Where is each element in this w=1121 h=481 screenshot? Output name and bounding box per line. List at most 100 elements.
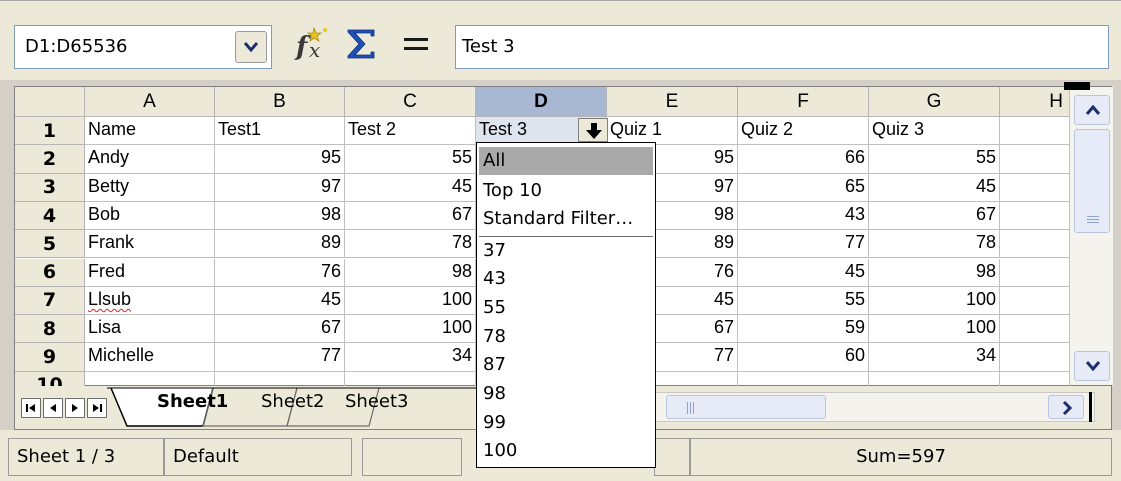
table-cell[interactable]: Quiz 3 <box>869 117 1000 146</box>
prev-sheet-button[interactable] <box>43 398 63 418</box>
sheet-tab-sheet3[interactable]: Sheet3 <box>327 386 409 420</box>
filter-option-value[interactable]: 100 <box>479 437 653 465</box>
filter-option-value[interactable]: 98 <box>479 380 653 408</box>
table-cell[interactable]: 78 <box>869 230 1000 259</box>
table-cell[interactable]: Bob <box>85 201 215 231</box>
row-header[interactable]: 6 <box>15 258 85 287</box>
column-header-c[interactable]: C <box>345 87 476 117</box>
table-cell[interactable] <box>1000 201 1070 231</box>
autofilter-button[interactable] <box>578 118 608 142</box>
first-sheet-button[interactable] <box>21 398 41 418</box>
table-cell[interactable]: Test 2 <box>345 117 476 146</box>
table-cell[interactable]: 45 <box>869 173 1000 202</box>
filter-option-all[interactable]: All <box>479 147 653 175</box>
scroll-up-button[interactable] <box>1074 95 1110 125</box>
horizontal-scrollbar[interactable] <box>655 392 1095 422</box>
table-cell[interactable]: Test1 <box>215 117 345 146</box>
table-cell[interactable]: 100 <box>345 315 476 344</box>
table-cell[interactable]: 55 <box>738 286 869 316</box>
table-cell[interactable]: 98 <box>345 258 476 287</box>
column-header-f[interactable]: F <box>738 87 869 117</box>
table-cell[interactable] <box>1000 343 1070 372</box>
table-cell[interactable]: 77 <box>738 230 869 259</box>
table-cell[interactable]: 100 <box>869 286 1000 316</box>
table-cell[interactable]: Fred <box>85 258 215 287</box>
table-cell[interactable]: 34 <box>869 343 1000 372</box>
last-sheet-button[interactable] <box>87 398 107 418</box>
table-cell[interactable]: 95 <box>215 145 345 174</box>
filter-option-value[interactable]: 78 <box>479 323 653 351</box>
table-cell[interactable]: 67 <box>869 201 1000 231</box>
table-cell[interactable] <box>1000 258 1070 287</box>
column-header-a[interactable]: A <box>85 87 215 117</box>
column-header-b[interactable]: B <box>215 87 345 117</box>
table-cell[interactable]: 100 <box>345 286 476 316</box>
table-cell[interactable]: 97 <box>215 173 345 202</box>
filter-option-value[interactable]: 87 <box>479 351 653 379</box>
status-insert-mode[interactable] <box>654 438 690 476</box>
split-handle[interactable] <box>1064 82 1090 90</box>
column-header-g[interactable]: G <box>869 87 1000 117</box>
next-sheet-button[interactable] <box>65 398 85 418</box>
table-cell[interactable]: 55 <box>869 145 1000 174</box>
table-cell[interactable]: Michelle <box>85 343 215 372</box>
scroll-down-button[interactable] <box>1074 351 1110 381</box>
table-cell[interactable]: Name <box>85 117 215 146</box>
sheet-tab-sheet2[interactable]: Sheet2 <box>243 386 325 420</box>
table-cell[interactable] <box>1000 286 1070 316</box>
table-cell[interactable]: Betty <box>85 173 215 202</box>
row-header[interactable]: 4 <box>15 201 85 231</box>
table-cell[interactable]: 77 <box>215 343 345 372</box>
name-box[interactable]: D1:D65536 <box>14 25 272 69</box>
row-header[interactable]: 8 <box>15 315 85 344</box>
name-box-dropdown-button[interactable] <box>235 31 267 63</box>
table-cell[interactable]: 65 <box>738 173 869 202</box>
table-cell[interactable] <box>1000 173 1070 202</box>
row-header[interactable]: 7 <box>15 286 85 316</box>
filter-option-value[interactable]: 43 <box>479 265 653 293</box>
table-cell[interactable] <box>1000 145 1070 174</box>
table-cell[interactable]: 98 <box>215 201 345 231</box>
filter-option-value[interactable]: 55 <box>479 294 653 322</box>
sheet-tab-sheet1[interactable]: Sheet1 <box>139 386 228 420</box>
table-cell[interactable]: 100 <box>869 315 1000 344</box>
horizontal-scroll-thumb[interactable] <box>666 395 826 419</box>
filter-option-standard-filter[interactable]: Standard Filter… <box>479 205 653 233</box>
select-all-corner[interactable] <box>15 87 85 117</box>
filter-option-top-10[interactable]: Top 10 <box>479 177 653 205</box>
table-cell[interactable]: 45 <box>215 286 345 316</box>
table-cell[interactable]: 67 <box>215 315 345 344</box>
table-cell[interactable]: 43 <box>738 201 869 231</box>
filter-option-value[interactable]: 37 <box>479 237 653 265</box>
filter-option-value[interactable]: 99 <box>479 409 653 437</box>
table-cell[interactable] <box>1000 117 1070 146</box>
function-button[interactable] <box>398 26 434 62</box>
table-cell[interactable]: Lisa <box>85 315 215 344</box>
table-cell[interactable]: 67 <box>345 201 476 231</box>
row-header[interactable]: 9 <box>15 343 85 372</box>
table-cell[interactable]: Llsub <box>85 286 215 316</box>
row-header[interactable]: 5 <box>15 230 85 259</box>
column-header-d[interactable]: D <box>476 87 607 117</box>
vertical-scroll-thumb[interactable] <box>1074 129 1110 233</box>
sum-button[interactable] <box>344 25 380 63</box>
table-cell[interactable]: 59 <box>738 315 869 344</box>
table-cell[interactable]: 89 <box>215 230 345 259</box>
table-cell[interactable] <box>1000 230 1070 259</box>
table-cell[interactable]: Frank <box>85 230 215 259</box>
column-header-h[interactable]: H <box>1000 87 1070 117</box>
table-cell[interactable]: 98 <box>869 258 1000 287</box>
row-header[interactable]: 2 <box>15 145 85 174</box>
table-cell[interactable]: 34 <box>345 343 476 372</box>
status-zoom[interactable] <box>362 438 462 476</box>
table-cell[interactable]: 76 <box>215 258 345 287</box>
scroll-right-button[interactable] <box>1048 395 1084 419</box>
vertical-scrollbar[interactable] <box>1069 87 1113 385</box>
row-header[interactable]: 1 <box>15 117 85 146</box>
status-page-style[interactable]: Default <box>164 438 352 476</box>
column-header-e[interactable]: E <box>607 87 738 117</box>
table-cell[interactable]: 60 <box>738 343 869 372</box>
table-cell[interactable]: 55 <box>345 145 476 174</box>
table-cell[interactable] <box>1000 315 1070 344</box>
table-cell[interactable]: 45 <box>345 173 476 202</box>
